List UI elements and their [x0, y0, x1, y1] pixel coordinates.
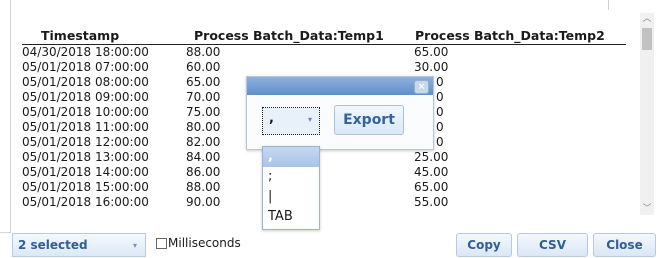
separator-dropdown-list: , ; | TAB	[262, 146, 320, 230]
chevron-up-icon[interactable]: ︿	[640, 13, 654, 25]
temp2-cell: 0	[436, 105, 444, 119]
temp2-cell: 0	[436, 75, 444, 89]
timestamp-cell: 05/01/2018 15:00:00	[22, 180, 149, 194]
separator-option-comma[interactable]: ,	[263, 147, 319, 167]
temp1-cell: 80.00	[186, 120, 221, 134]
temp2-cell: 55.00	[414, 195, 449, 209]
selection-dropdown[interactable]: 2 selected ▾	[12, 233, 146, 257]
timestamp-cell: 05/01/2018 08:00:00	[22, 75, 149, 89]
chevron-down-icon: ▾	[132, 241, 137, 250]
chevron-down-icon: ▾	[307, 115, 312, 124]
timestamp-cell: 05/01/2018 12:00:00	[22, 135, 149, 149]
close-button[interactable]: Close	[593, 233, 656, 257]
temp2-cell: 25.00	[414, 150, 449, 164]
separator-select[interactable]: , ▾	[262, 107, 320, 135]
temp1-cell: 90.00	[186, 195, 221, 209]
table-row[interactable]: 05/01/2018 07:00:00 60.00 30.00	[22, 60, 626, 75]
timestamp-cell: 05/01/2018 10:00:00	[22, 105, 149, 119]
temp2-cell: 0	[436, 135, 444, 149]
temp1-cell: 70.00	[186, 90, 221, 104]
export-dialog: × , ▾ Export	[246, 76, 434, 150]
separator-option-tab[interactable]: TAB	[263, 207, 319, 227]
csv-button[interactable]: CSV	[517, 233, 588, 257]
temp1-cell: 75.00	[186, 105, 221, 119]
separator-option-semicolon[interactable]: ;	[263, 167, 319, 187]
table-row[interactable]: 05/01/2018 13:00:00 84.00 25.00	[22, 150, 626, 165]
temp2-cell: 0	[436, 120, 444, 134]
timestamp-cell: 05/01/2018 07:00:00	[22, 60, 149, 74]
column-header-temp2[interactable]: Process Batch_Data:Temp2	[415, 28, 605, 43]
temp1-cell: 65.00	[186, 75, 221, 89]
temp1-cell: 88.00	[186, 45, 221, 59]
table-row[interactable]: 05/01/2018 15:00:00 88.00 65.00	[22, 180, 626, 195]
temp1-cell: 88.00	[186, 180, 221, 194]
timestamp-cell: 05/01/2018 16:00:00	[22, 195, 149, 209]
dialog-titlebar: ×	[247, 77, 433, 95]
table-row[interactable]: 05/01/2018 16:00:00 90.00 55.00	[22, 195, 626, 210]
temp2-cell: 65.00	[414, 180, 449, 194]
close-icon[interactable]: ×	[414, 80, 429, 94]
column-header-temp1[interactable]: Process Batch_Data:Temp1	[194, 28, 384, 43]
temp2-cell: 45.00	[414, 165, 449, 179]
temp1-cell: 86.00	[186, 165, 221, 179]
timestamp-cell: 05/01/2018 14:00:00	[22, 165, 149, 179]
temp1-cell: 60.00	[186, 60, 221, 74]
timestamp-cell: 05/01/2018 11:00:00	[22, 120, 149, 134]
chevron-down-icon[interactable]: ﹀	[640, 203, 654, 215]
separator-option-pipe[interactable]: |	[263, 187, 319, 207]
scrollbar-thumb[interactable]	[642, 28, 652, 50]
column-header-timestamp[interactable]: Timestamp	[41, 28, 119, 43]
milliseconds-label: Milliseconds	[168, 236, 241, 250]
table-row[interactable]: 05/01/2018 14:00:00 86.00 45.00	[22, 165, 626, 180]
separator-value: ,	[269, 111, 274, 126]
timestamp-cell: 05/01/2018 09:00:00	[22, 90, 149, 104]
timestamp-cell: 05/01/2018 13:00:00	[22, 150, 149, 164]
timestamp-cell: 04/30/2018 18:00:00	[22, 45, 149, 59]
left-frame-border	[0, 0, 11, 233]
copy-button[interactable]: Copy	[456, 233, 512, 257]
milliseconds-checkbox[interactable]	[156, 238, 167, 249]
table-row[interactable]: 04/30/2018 18:00:00 88.00 65.00	[22, 45, 626, 60]
bottom-toolbar: 2 selected ▾ Milliseconds Copy CSV Close	[0, 232, 668, 258]
temp1-cell: 82.00	[186, 135, 221, 149]
temp1-cell: 84.00	[186, 150, 221, 164]
temp2-cell: 0	[436, 90, 444, 104]
temp2-cell: 30.00	[414, 60, 449, 74]
vertical-scrollbar[interactable]: ︿ ﹀	[640, 13, 654, 215]
selection-count: 2 selected	[18, 238, 88, 252]
export-button[interactable]: Export	[334, 105, 404, 135]
temp2-cell: 65.00	[414, 45, 449, 59]
